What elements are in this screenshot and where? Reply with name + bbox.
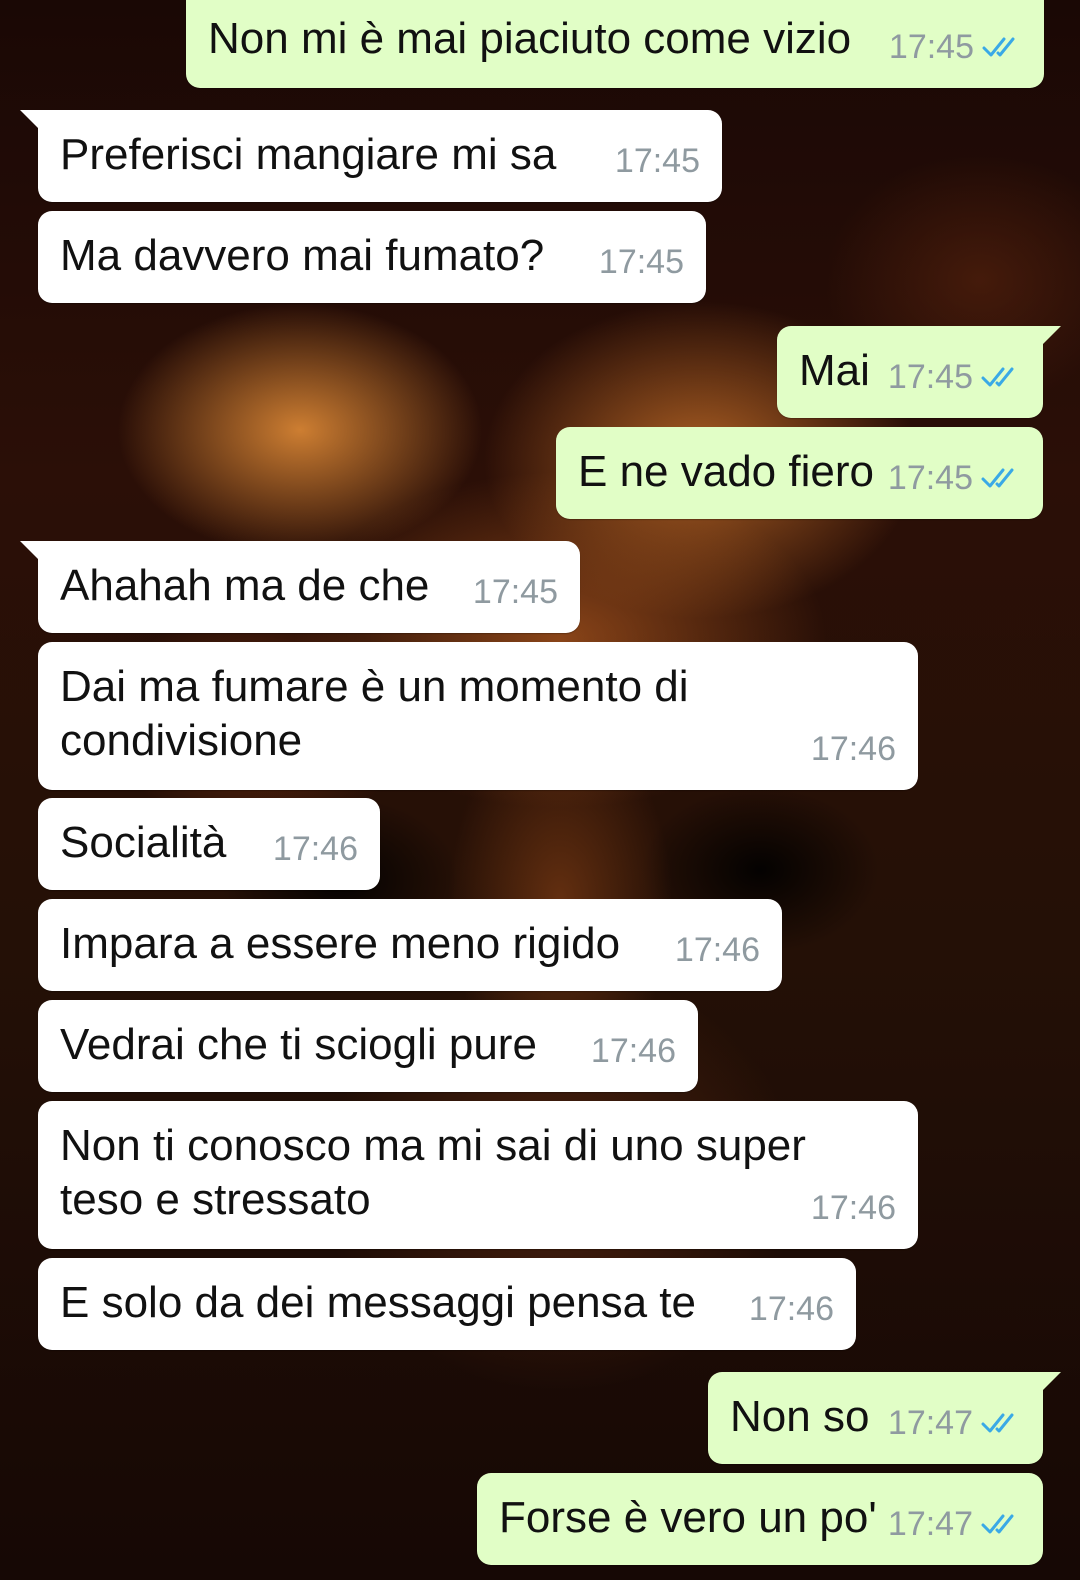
message-text: Preferisci mangiare mi sa [60, 130, 557, 179]
message-time: 17:46 [674, 931, 760, 969]
double-check-icon [982, 37, 1015, 57]
message-time: 17:47 [887, 1505, 973, 1543]
message-bubble-incoming[interactable]: Vedrai che ti sciogli pure 17:46 [38, 1000, 698, 1092]
message-meta: 17:47 [888, 1497, 1021, 1551]
message-meta: 17:46 [273, 822, 358, 876]
message-time: 17:46 [810, 1189, 896, 1227]
message-meta: 17:47 [888, 1396, 1021, 1450]
message-text: E solo da dei messaggi pensa te [60, 1278, 696, 1327]
message-meta: 17:46 [811, 722, 896, 776]
message-time: 17:46 [272, 830, 358, 868]
message-text: Impara a essere meno rigido [60, 919, 621, 968]
message-text: Dai ma fumare è un momento di condivisio… [60, 662, 689, 765]
double-check-icon [981, 1413, 1014, 1433]
double-check-icon [981, 468, 1014, 488]
message-time: 17:45 [888, 28, 974, 66]
message-time: 17:45 [598, 243, 684, 281]
message-bubble-incoming[interactable]: Impara a essere meno rigido 17:46 [38, 899, 782, 991]
message-bubble-outgoing[interactable]: Forse è vero un po' 17:47 [477, 1473, 1043, 1565]
message-time: 17:46 [590, 1032, 676, 1070]
message-bubble-incoming[interactable]: E solo da dei messaggi pensa te 17:46 [38, 1258, 856, 1350]
message-bubble-incoming[interactable]: Ma davvero mai fumato? 17:45 [38, 211, 706, 303]
message-text: Ma davvero mai fumato? [60, 231, 545, 280]
message-meta: 17:45 [888, 451, 1021, 505]
message-bubble-incoming[interactable]: Preferisci mangiare mi sa 17:45 [20, 110, 722, 202]
message-meta: 17:46 [591, 1024, 676, 1078]
message-time: 17:45 [472, 573, 558, 611]
message-bubble-outgoing[interactable]: Non mi è mai piaciuto come vizio 17:45 [186, 0, 1044, 88]
message-bubble-outgoing[interactable]: E ne vado fiero 17:45 [556, 427, 1043, 519]
message-meta: 17:45 [599, 235, 684, 289]
message-meta: 17:45 [615, 134, 700, 188]
message-meta: 17:46 [811, 1181, 896, 1235]
message-text: Vedrai che ti sciogli pure [60, 1020, 537, 1069]
message-bubble-incoming[interactable]: Non ti conosco ma mi sai di uno super te… [38, 1101, 918, 1249]
message-time: 17:45 [887, 358, 973, 396]
message-meta: 17:46 [749, 1282, 834, 1336]
message-meta: 17:45 [473, 565, 558, 619]
message-time: 17:46 [748, 1290, 834, 1328]
message-meta: 17:46 [675, 923, 760, 977]
message-time: 17:45 [614, 142, 700, 180]
double-check-icon [981, 1514, 1014, 1534]
message-bubble-incoming[interactable]: Ahahah ma de che 17:45 [20, 541, 580, 633]
message-time: 17:47 [887, 1404, 973, 1442]
message-bubble-outgoing[interactable]: Non so 17:47 [708, 1372, 1061, 1464]
message-meta: 17:45 [889, 20, 1022, 74]
message-meta: 17:45 [888, 350, 1021, 404]
message-text: Non ti conosco ma mi sai di uno super te… [60, 1121, 806, 1224]
message-bubble-incoming[interactable]: Socialità 17:46 [38, 798, 380, 890]
double-check-icon [981, 367, 1014, 387]
message-time: 17:46 [810, 730, 896, 768]
message-time: 17:45 [887, 459, 973, 497]
message-bubble-incoming[interactable]: Dai ma fumare è un momento di condivisio… [38, 642, 918, 790]
message-bubble-outgoing[interactable]: Mai 17:45 [777, 326, 1061, 418]
